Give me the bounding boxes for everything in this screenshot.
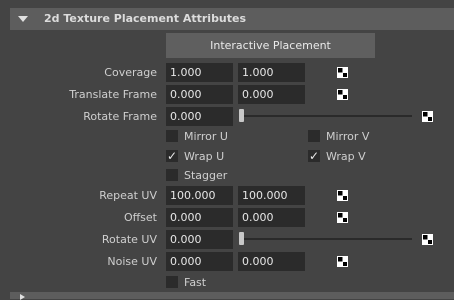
offset-v-field[interactable]: 0.000 xyxy=(238,208,305,227)
rotate-frame-label: Rotate Frame xyxy=(83,110,157,123)
section-title: 2d Texture Placement Attributes xyxy=(44,12,247,25)
stagger-checkbox[interactable] xyxy=(166,169,178,181)
translate-frame-v-field[interactable]: 0.000 xyxy=(238,85,305,104)
interactive-placement-button[interactable]: Interactive Placement xyxy=(166,33,375,58)
wrap-v-label: Wrap V xyxy=(326,150,366,163)
wrap-v-checkbox[interactable]: ✓ xyxy=(308,150,320,162)
repeat-uv-v-field[interactable]: 100.000 xyxy=(238,186,305,205)
noise-uv-map-button-icon[interactable] xyxy=(337,256,348,267)
next-section-header[interactable] xyxy=(10,292,454,300)
rotate-uv-slider[interactable] xyxy=(240,238,412,240)
mirror-u-label: Mirror U xyxy=(184,130,228,143)
rotate-uv-slider-handle[interactable] xyxy=(239,232,244,245)
coverage-map-button-icon[interactable] xyxy=(337,67,348,78)
fast-label: Fast xyxy=(184,276,207,289)
translate-frame-map-button-icon[interactable] xyxy=(337,89,348,100)
rotate-uv-field[interactable]: 0.000 xyxy=(166,230,233,249)
mirror-v-checkbox[interactable] xyxy=(308,130,320,142)
coverage-v-field[interactable]: 1.000 xyxy=(238,63,305,82)
translate-frame-label: Translate Frame xyxy=(69,88,157,101)
repeat-uv-map-button-icon[interactable] xyxy=(337,190,348,201)
repeat-uv-label: Repeat UV xyxy=(99,189,157,202)
expand-triangle-icon[interactable] xyxy=(20,294,25,300)
wrap-u-checkbox[interactable]: ✓ xyxy=(166,150,178,162)
rotate-uv-map-button-icon[interactable] xyxy=(422,234,433,245)
wrap-u-label: Wrap U xyxy=(184,150,225,163)
rotate-frame-slider-handle[interactable] xyxy=(239,109,244,122)
noise-uv-label: Noise UV xyxy=(107,255,157,268)
noise-uv-v-field[interactable]: 0.000 xyxy=(238,252,305,271)
fast-checkbox[interactable] xyxy=(166,276,178,288)
coverage-label: Coverage xyxy=(104,66,157,79)
mirror-u-checkbox[interactable] xyxy=(166,130,178,142)
offset-map-button-icon[interactable] xyxy=(337,212,348,223)
rotate-frame-slider[interactable] xyxy=(240,115,412,117)
coverage-u-field[interactable]: 1.000 xyxy=(166,63,233,82)
offset-u-field[interactable]: 0.000 xyxy=(166,208,233,227)
rotate-frame-map-button-icon[interactable] xyxy=(422,111,433,122)
rotate-uv-label: Rotate UV xyxy=(101,233,157,246)
offset-label: Offset xyxy=(123,211,157,224)
repeat-uv-u-field[interactable]: 100.000 xyxy=(166,186,233,205)
section-header[interactable]: 2d Texture Placement Attributes xyxy=(10,8,454,30)
collapse-triangle-icon[interactable] xyxy=(18,16,28,22)
noise-uv-u-field[interactable]: 0.000 xyxy=(166,252,233,271)
stagger-label: Stagger xyxy=(184,169,228,182)
translate-frame-u-field[interactable]: 0.000 xyxy=(166,85,233,104)
rotate-frame-field[interactable]: 0.000 xyxy=(166,107,233,126)
mirror-v-label: Mirror V xyxy=(326,130,370,143)
